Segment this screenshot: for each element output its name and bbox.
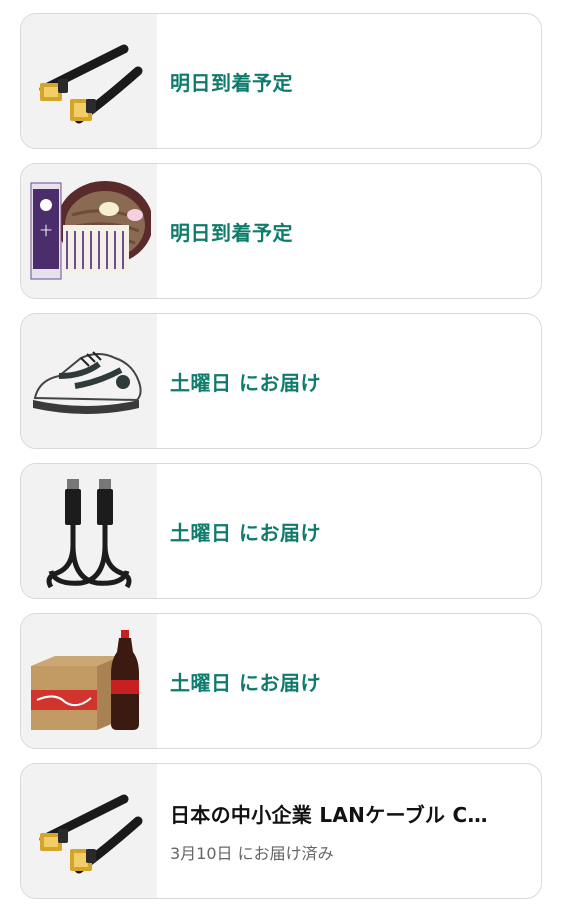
order-card[interactable]: 土曜日 にお届け xyxy=(20,313,542,449)
order-info: 土曜日 にお届け xyxy=(157,614,541,748)
cola-box-icon xyxy=(31,630,139,730)
delivered-status: 3月10日 にお届け済み xyxy=(170,843,334,863)
svg-text:十: 十 xyxy=(40,224,52,238)
product-thumbnail xyxy=(21,764,157,898)
order-info: 明日到着予定 xyxy=(157,14,541,148)
order-list: 明日到着予定 十 明日到着予定 土曜日 にお届け 土曜日 にお届け 土曜日 にお… xyxy=(0,0,563,906)
soba-noodles-icon: 十 xyxy=(30,181,151,280)
delivery-status: 土曜日 にお届け xyxy=(170,520,321,545)
product-thumbnail xyxy=(21,464,157,598)
order-info: 日本の中小企業 LANケーブル C… 3月10日 にお届け済み xyxy=(157,764,541,898)
order-card[interactable]: 土曜日 にお届け xyxy=(20,463,542,599)
order-info: 土曜日 にお届け xyxy=(157,464,541,598)
product-title: 日本の中小企業 LANケーブル C… xyxy=(170,802,488,827)
delivery-status: 土曜日 にお届け xyxy=(170,670,321,695)
order-card[interactable]: 明日到着予定 xyxy=(20,13,542,149)
product-thumbnail xyxy=(21,314,157,448)
order-card[interactable]: 十 明日到着予定 xyxy=(20,163,542,299)
product-thumbnail xyxy=(21,14,157,148)
delivery-status: 明日到着予定 xyxy=(170,70,293,95)
order-card[interactable]: 日本の中小企業 LANケーブル C… 3月10日 にお届け済み xyxy=(20,763,542,899)
product-thumbnail: 十 xyxy=(21,164,157,298)
delivery-status: 土曜日 にお届け xyxy=(170,370,321,395)
lan-cable-icon xyxy=(39,794,143,874)
order-info: 土曜日 にお届け xyxy=(157,314,541,448)
hdmi-cable-icon xyxy=(46,479,132,589)
order-info: 明日到着予定 xyxy=(157,164,541,298)
order-card[interactable]: 土曜日 にお届け xyxy=(20,613,542,749)
sneaker-icon xyxy=(33,351,142,414)
product-thumbnail xyxy=(21,614,157,748)
lan-cable-icon xyxy=(39,44,143,124)
delivery-status: 明日到着予定 xyxy=(170,220,293,245)
